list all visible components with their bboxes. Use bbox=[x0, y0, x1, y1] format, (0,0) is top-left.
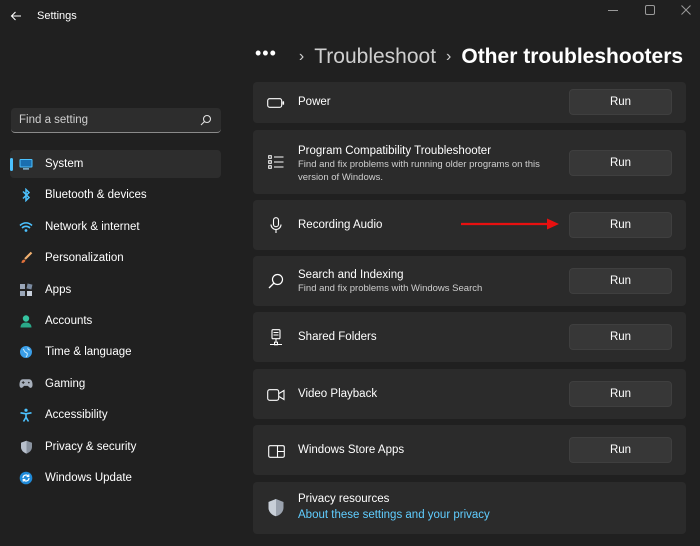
troubleshooter-title: Shared Folders bbox=[298, 331, 377, 343]
chevron-right-icon: › bbox=[446, 48, 452, 65]
search-input[interactable]: Find a setting bbox=[11, 108, 221, 133]
network-drive-icon bbox=[267, 328, 285, 346]
system-icon bbox=[19, 157, 33, 171]
maximize-button[interactable] bbox=[640, 2, 660, 18]
troubleshooter-title: Search and Indexing bbox=[298, 269, 404, 281]
sidebar-item-system[interactable]: System bbox=[10, 150, 221, 178]
sidebar-nav: System Bluetooth & devices Network & int… bbox=[10, 150, 221, 495]
globe-icon bbox=[19, 345, 33, 359]
title-bar: Settings bbox=[0, 0, 700, 32]
search-icon bbox=[267, 272, 285, 290]
list-icon bbox=[267, 153, 285, 171]
run-button[interactable]: Run bbox=[569, 150, 672, 176]
sidebar-item-windows-update[interactable]: Windows Update bbox=[10, 464, 221, 492]
annotation-arrow-icon bbox=[461, 218, 559, 230]
sidebar-item-label: Time & language bbox=[45, 346, 132, 359]
sidebar-item-personalization[interactable]: Personalization bbox=[10, 244, 221, 272]
troubleshooter-title: Program Compatibility Troubleshooter bbox=[298, 145, 492, 157]
microphone-icon bbox=[267, 216, 285, 234]
close-icon bbox=[681, 5, 691, 15]
minimize-button[interactable] bbox=[603, 2, 623, 18]
chevron-right-icon: › bbox=[298, 48, 305, 65]
page-title: Other troubleshooters bbox=[461, 45, 684, 68]
sidebar-item-label: Network & internet bbox=[45, 220, 140, 233]
sidebar-item-label: Apps bbox=[45, 283, 72, 296]
minimize-icon bbox=[608, 10, 618, 11]
troubleshooter-title: Video Playback bbox=[298, 388, 378, 400]
sidebar-item-label: System bbox=[45, 158, 84, 170]
sidebar-item-privacy-security[interactable]: Privacy & security bbox=[10, 433, 221, 461]
app-title: Settings bbox=[37, 10, 77, 22]
battery-icon bbox=[267, 94, 285, 112]
sidebar-item-label: Gaming bbox=[45, 377, 86, 390]
bluetooth-icon bbox=[19, 188, 33, 203]
troubleshooter-card: Program Compatibility Troubleshooter Fin… bbox=[253, 130, 686, 194]
sidebar-item-label: Personalization bbox=[45, 252, 124, 265]
run-button[interactable]: Run bbox=[569, 268, 672, 294]
run-button[interactable]: Run bbox=[569, 212, 672, 238]
troubleshooter-card: Search and Indexing Find and fix problem… bbox=[253, 256, 686, 306]
update-icon bbox=[19, 471, 33, 485]
troubleshooter-title: Power bbox=[298, 96, 331, 108]
close-button[interactable] bbox=[676, 2, 696, 18]
sidebar-item-accessibility[interactable]: Accessibility bbox=[10, 401, 221, 429]
store-apps-icon bbox=[267, 442, 285, 460]
network-icon bbox=[19, 220, 33, 234]
sidebar-item-label: Accounts bbox=[45, 314, 93, 327]
apps-icon bbox=[19, 283, 33, 297]
troubleshooter-title: Windows Store Apps bbox=[298, 444, 405, 456]
video-camera-icon bbox=[267, 386, 285, 404]
sidebar-item-gaming[interactable]: Gaming bbox=[10, 370, 221, 398]
troubleshooter-card: Shared Folders Run bbox=[253, 312, 686, 362]
troubleshooter-card: Video Playback Run bbox=[253, 369, 686, 419]
accessibility-icon bbox=[19, 408, 33, 423]
privacy-resources-card: Privacy resources About these settings a… bbox=[253, 482, 686, 534]
sidebar-item-label: Bluetooth & devices bbox=[45, 189, 147, 202]
search-icon bbox=[200, 114, 212, 126]
accounts-icon bbox=[19, 314, 33, 328]
sidebar-item-label: Windows Update bbox=[45, 471, 132, 484]
troubleshooter-title: Recording Audio bbox=[298, 219, 383, 231]
run-button[interactable]: Run bbox=[569, 89, 672, 115]
back-button[interactable] bbox=[6, 6, 26, 26]
shield-icon bbox=[19, 440, 33, 454]
troubleshooter-description: Find and fix problems with Windows Searc… bbox=[298, 283, 483, 294]
run-button[interactable]: Run bbox=[569, 324, 672, 350]
brush-icon bbox=[19, 251, 33, 265]
run-button[interactable]: Run bbox=[569, 437, 672, 463]
sidebar-item-network[interactable]: Network & internet bbox=[10, 213, 221, 241]
sidebar-item-label: Privacy & security bbox=[45, 440, 137, 453]
search-placeholder: Find a setting bbox=[19, 114, 89, 126]
breadcrumb-parent[interactable]: Troubleshoot bbox=[314, 45, 436, 69]
breadcrumb: ••• › Troubleshoot › Other troubleshoote… bbox=[255, 42, 683, 72]
shield-icon bbox=[267, 498, 285, 516]
troubleshooter-description: Find and fix problems with running older… bbox=[298, 159, 540, 183]
sidebar-item-apps[interactable]: Apps bbox=[10, 276, 221, 304]
gamepad-icon bbox=[19, 377, 33, 391]
troubleshooter-card: Power Run bbox=[253, 82, 686, 123]
troubleshooter-card: Windows Store Apps Run bbox=[253, 425, 686, 475]
breadcrumb-overflow-button[interactable]: ••• bbox=[255, 44, 277, 62]
privacy-link[interactable]: About these settings and your privacy bbox=[298, 509, 490, 521]
privacy-resources-title: Privacy resources bbox=[298, 493, 390, 505]
sidebar-item-accounts[interactable]: Accounts bbox=[10, 307, 221, 335]
back-arrow-icon bbox=[10, 11, 21, 21]
sidebar-item-bluetooth[interactable]: Bluetooth & devices bbox=[10, 181, 221, 209]
maximize-icon bbox=[645, 5, 655, 15]
run-button[interactable]: Run bbox=[569, 381, 672, 407]
sidebar-item-label: Accessibility bbox=[45, 409, 108, 422]
sidebar-item-time-language[interactable]: Time & language bbox=[10, 338, 221, 366]
